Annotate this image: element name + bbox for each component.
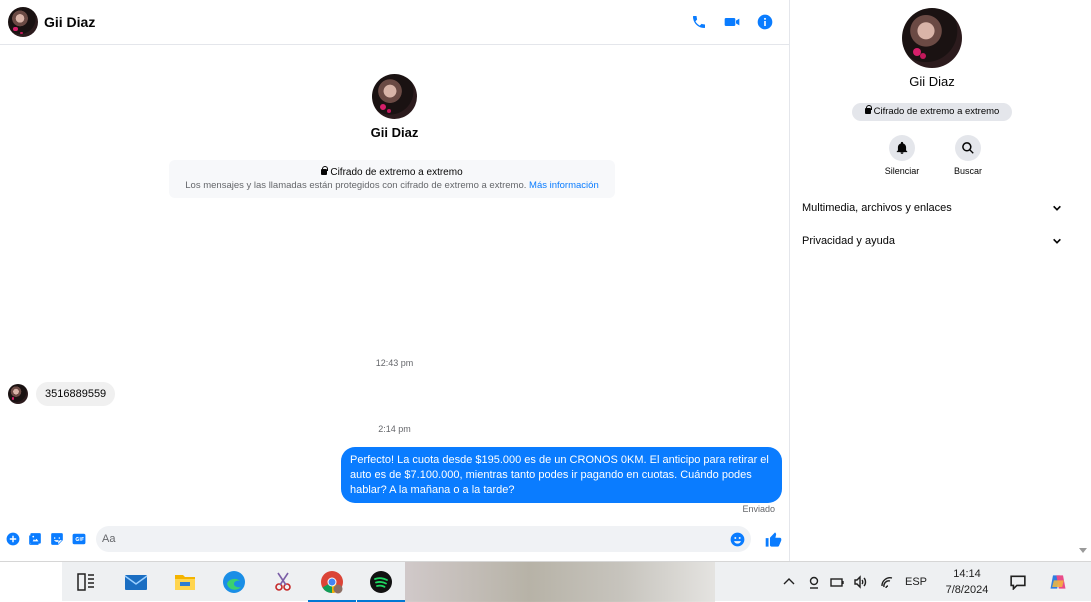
thumbs-up-icon[interactable] (765, 531, 782, 548)
edge-icon[interactable] (220, 568, 248, 596)
bell-icon (889, 135, 915, 161)
spotify-icon[interactable] (357, 568, 405, 602)
chevron-down-icon (1052, 236, 1062, 246)
phone-icon[interactable] (691, 14, 707, 30)
encryption-badge-label: Cifrado de extremo a extremo (873, 106, 1000, 117)
header-actions (691, 14, 781, 30)
clock-date: 7/8/2024 (945, 584, 989, 596)
mail-icon[interactable] (122, 568, 150, 596)
mute-label: Silenciar (884, 166, 920, 176)
info-avatar[interactable] (902, 8, 962, 68)
conversation-intro: Gii Diaz (0, 74, 789, 140)
image-icon[interactable] (28, 532, 42, 546)
wifi-icon[interactable] (880, 562, 894, 602)
volume-icon[interactable] (853, 562, 867, 602)
webcam-icon[interactable] (807, 562, 821, 602)
file-explorer-icon[interactable] (171, 568, 199, 596)
chevron-down-icon (1052, 203, 1062, 213)
section-privacy-help[interactable]: Privacidad y ayuda (802, 235, 1062, 247)
lock-icon (321, 166, 329, 175)
info-actions: Silenciar Buscar (880, 135, 990, 176)
mute-button[interactable]: Silenciar (880, 135, 924, 176)
contact-avatar[interactable] (8, 7, 38, 37)
lock-icon (864, 105, 872, 114)
section-label: Privacidad y ayuda (802, 235, 895, 247)
message-status: Enviado (742, 504, 775, 514)
snipping-tool-icon[interactable] (269, 568, 297, 596)
windows-taskbar: ESP 14:14 7/8/2024 (0, 561, 1091, 602)
encryption-description-row: Los mensajes y las llamadas están proteg… (169, 180, 615, 191)
message-row-incoming: 3516889559 (8, 382, 116, 406)
encryption-notice: Cifrado de extremo a extremo Los mensaje… (169, 160, 615, 198)
taskbar-background-strip (405, 562, 715, 602)
section-media-files-links[interactable]: Multimedia, archivos y enlaces (802, 202, 1062, 214)
chat-pane: Gii Diaz Gii Diaz Cifrado de extremo a e… (0, 0, 790, 561)
video-camera-icon[interactable] (724, 14, 740, 30)
input-language[interactable]: ESP (905, 562, 927, 602)
more-info-link[interactable]: Más información (529, 180, 599, 191)
chat-header: Gii Diaz (0, 0, 789, 45)
section-label: Multimedia, archivos y enlaces (802, 202, 952, 214)
conversation-info-pane: Gii Diaz Cifrado de extremo a extremo Si… (790, 0, 1091, 561)
search-button[interactable]: Buscar (946, 135, 990, 176)
encryption-badge: Cifrado de extremo a extremo (852, 103, 1012, 121)
copilot-icon[interactable] (1048, 562, 1068, 602)
chevron-up-icon[interactable] (782, 562, 796, 602)
message-input-wrapper (96, 526, 751, 552)
encryption-title-row: Cifrado de extremo a extremo (169, 166, 615, 178)
task-view-icon[interactable] (72, 568, 100, 596)
taskbar-start-area[interactable] (0, 562, 62, 602)
contact-name[interactable]: Gii Diaz (44, 14, 95, 30)
message-bubble-outgoing[interactable]: Perfecto! La cuota desde $195.000 es de … (341, 447, 782, 503)
encryption-description: Los mensajes y las llamadas están proteg… (185, 180, 527, 191)
info-contact-name: Gii Diaz (909, 74, 955, 89)
battery-icon[interactable] (830, 562, 844, 602)
emoji-icon[interactable] (730, 532, 745, 547)
sticker-icon[interactable] (50, 532, 64, 546)
gif-icon[interactable] (72, 532, 86, 546)
message-input[interactable] (102, 533, 730, 545)
clock-time: 14:14 (953, 568, 981, 580)
chrome-icon[interactable] (308, 568, 356, 602)
intro-avatar[interactable] (372, 74, 417, 119)
message-bubble-incoming[interactable]: 3516889559 (36, 382, 116, 406)
search-label: Buscar (953, 166, 982, 176)
scrollbar-down-arrow[interactable] (1079, 548, 1087, 553)
notifications-icon[interactable] (1010, 562, 1026, 602)
info-icon[interactable] (757, 14, 773, 30)
taskbar-clock[interactable]: 14:14 7/8/2024 (940, 562, 994, 602)
search-icon (955, 135, 981, 161)
sender-avatar[interactable] (8, 384, 28, 404)
intro-contact-name: Gii Diaz (370, 125, 419, 140)
encryption-title: Cifrado de extremo a extremo (330, 167, 463, 178)
message-composer (0, 524, 789, 554)
messenger-window: Gii Diaz Gii Diaz Cifrado de extremo a e… (0, 0, 1091, 561)
plus-icon[interactable] (6, 532, 20, 546)
message-timestamp: 12:43 pm (375, 358, 414, 368)
message-timestamp: 2:14 pm (378, 424, 411, 434)
